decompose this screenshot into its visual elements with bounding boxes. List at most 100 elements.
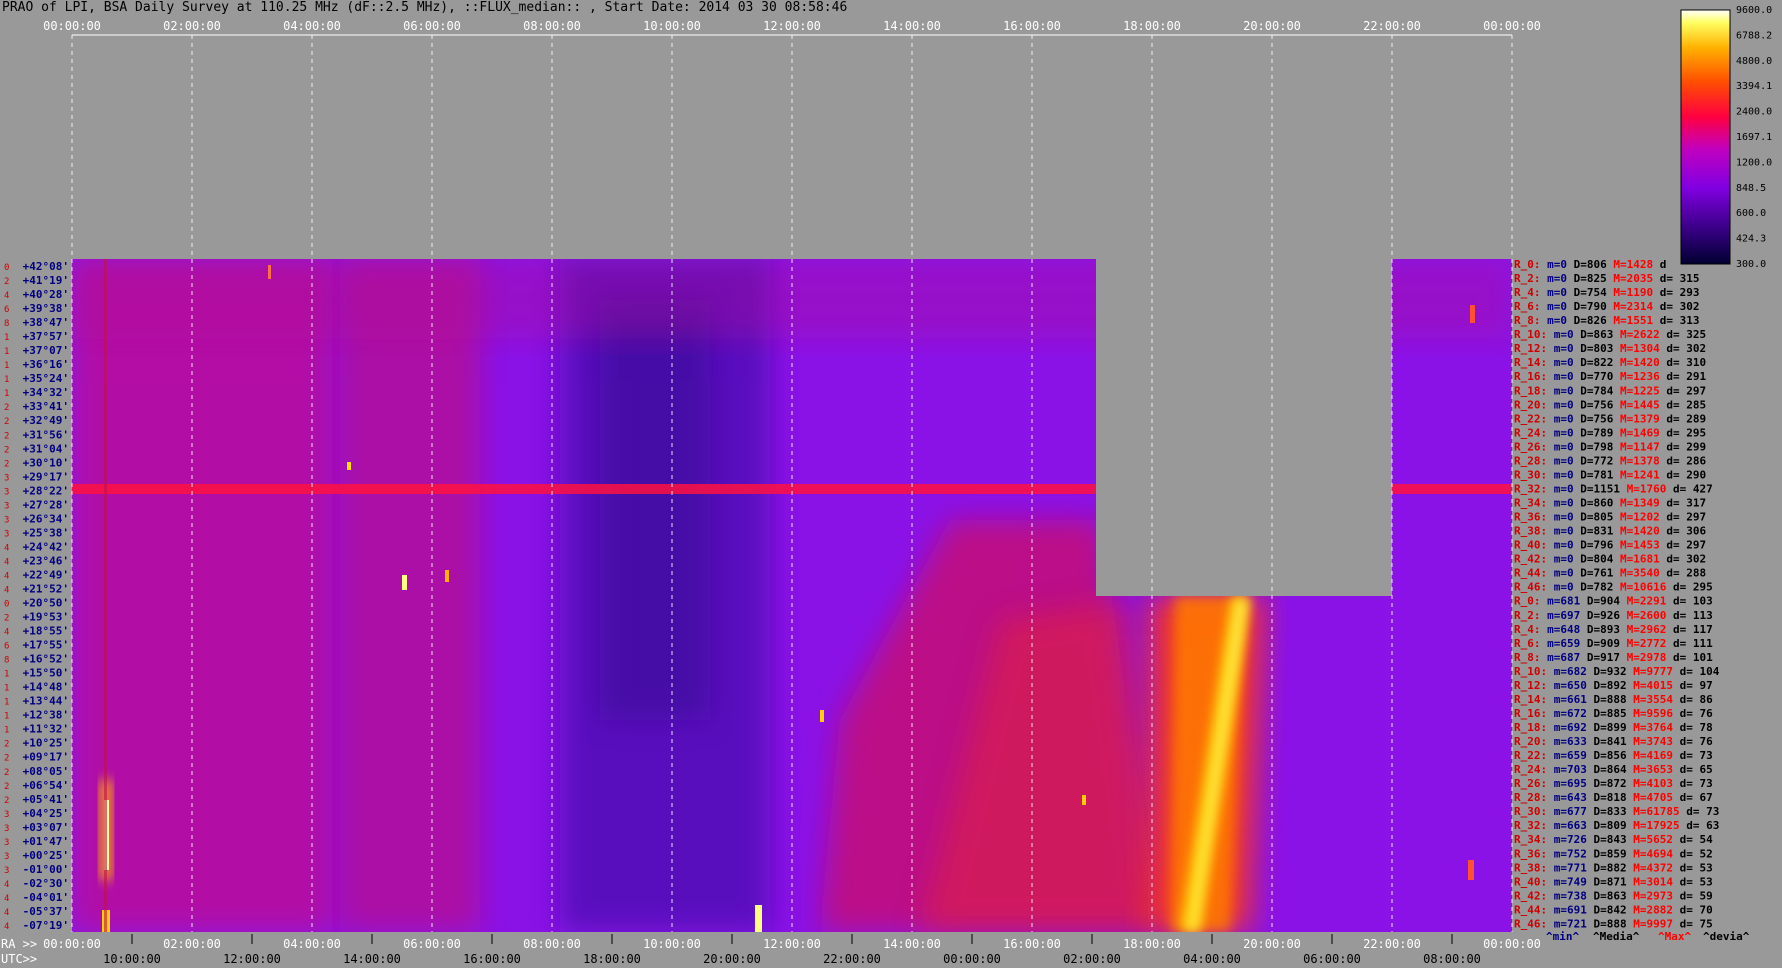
stats-row: R_46: m=0 D=782 M=10616 d= 295 bbox=[1514, 581, 1713, 594]
stats-row: R_30: m=677 D=833 M=61785 d= 73 bbox=[1514, 805, 1719, 818]
ra-axis-prefix: RA >> bbox=[1, 937, 37, 951]
stats-cell: R_12: bbox=[1514, 679, 1547, 692]
declination-axis: 0 +42°08' 2 +41°19' 4 +40°28' 6 +39°38' 8 +38°47'… bbox=[4, 260, 69, 932]
stats-row: R_36: m=752 D=859 M=4694 d= 52 bbox=[1514, 847, 1713, 860]
stats-row: R_20: m=0 D=756 M=1445 d= 285 bbox=[1514, 398, 1706, 411]
stats-row: R_10: m=682 D=932 M=9777 d= 104 bbox=[1514, 665, 1720, 678]
stats-row: R_10: m=0 D=863 M=2622 d= 325 bbox=[1514, 328, 1706, 341]
row-index-label: 3 bbox=[4, 501, 9, 511]
stats-row: R_22: m=659 D=856 M=4169 d= 73 bbox=[1514, 749, 1713, 762]
row-index-label: 6 bbox=[4, 642, 9, 652]
stats-footer-label: ^Media^ bbox=[1593, 930, 1640, 943]
stats-cell: m=0 bbox=[1547, 581, 1574, 594]
stats-cell: d= 427 bbox=[1666, 482, 1712, 495]
stats-cell: d= 313 bbox=[1653, 314, 1699, 327]
stats-row: R_24: m=703 D=864 M=3653 d= 65 bbox=[1514, 763, 1713, 776]
stats-cell: m=0 bbox=[1541, 300, 1568, 313]
row-index-label: 0 bbox=[4, 600, 9, 610]
ra-tick-label: 06:00:00 bbox=[403, 937, 461, 951]
declination-label: +17°55' bbox=[23, 639, 69, 652]
ra-tick-label: 12:00:00 bbox=[763, 937, 821, 951]
declination-label: +16°52' bbox=[23, 653, 69, 666]
top-tick-label: 00:00:00 bbox=[1483, 19, 1541, 33]
stats-row: R_12: m=650 D=892 M=4015 d= 97 bbox=[1514, 679, 1713, 692]
stats-cell: m=0 bbox=[1547, 482, 1574, 495]
stats-cell: d= 297 bbox=[1660, 511, 1706, 524]
stats-cell: d= 293 bbox=[1653, 286, 1699, 299]
stats-cell: R_46: bbox=[1514, 581, 1547, 594]
stats-cell: D=770 bbox=[1574, 370, 1614, 383]
stats-cell: d= 317 bbox=[1660, 497, 1706, 510]
declination-label: +31°04' bbox=[23, 442, 69, 455]
stats-cell: m=687 bbox=[1541, 651, 1581, 664]
stats-cell: M=4694 bbox=[1627, 847, 1674, 860]
stats-cell: d= 285 bbox=[1660, 398, 1706, 411]
stats-cell: M=1445 bbox=[1613, 398, 1659, 411]
stats-row: R_28: m=0 D=772 M=1378 d= 286 bbox=[1514, 454, 1706, 467]
stats-cell: R_6: bbox=[1514, 637, 1541, 650]
stats-cell: R_16: bbox=[1514, 707, 1547, 720]
stats-cell: D=756 bbox=[1574, 398, 1614, 411]
declination-label: -02°30' bbox=[23, 877, 69, 890]
stats-cell: D=859 bbox=[1587, 847, 1627, 860]
stats-cell: m=0 bbox=[1547, 497, 1574, 510]
stats-cell: D=798 bbox=[1574, 440, 1614, 453]
stats-cell: d= 73 bbox=[1673, 749, 1713, 762]
stats-cell: d= 53 bbox=[1673, 861, 1713, 874]
colorbar-tick-label: 1200.0 bbox=[1736, 157, 1772, 168]
stats-row: R_26: m=695 D=872 M=4103 d= 73 bbox=[1514, 777, 1713, 790]
declination-label: +08°05' bbox=[23, 765, 69, 778]
declination-label: +03°07' bbox=[23, 821, 69, 834]
stats-cell: D=899 bbox=[1587, 721, 1627, 734]
declination-label: +19°53' bbox=[23, 611, 69, 624]
top-tick-label: 04:00:00 bbox=[283, 19, 341, 33]
row-index-label: 4 bbox=[4, 922, 9, 932]
stats-cell: M=4372 bbox=[1627, 861, 1673, 874]
utc-tick-label: 10:00:00 bbox=[103, 952, 161, 966]
stats-cell: M=3653 bbox=[1627, 763, 1673, 776]
row-index-label: 1 bbox=[4, 389, 9, 399]
declination-label: +39°38' bbox=[23, 302, 69, 315]
stats-cell: M=1453 bbox=[1613, 539, 1659, 552]
stats-cell: D=782 bbox=[1574, 581, 1614, 594]
declination-label: +40°28' bbox=[23, 288, 69, 301]
stats-cell: d= 63 bbox=[1680, 819, 1720, 832]
stats-cell: R_14: bbox=[1514, 693, 1547, 706]
row-index-label: 4 bbox=[4, 585, 9, 595]
declination-label: +28°22' bbox=[23, 484, 69, 497]
utc-tick-label: 00:00:00 bbox=[943, 952, 1001, 966]
stats-cell: M=3540 bbox=[1613, 567, 1659, 580]
stats-cell: D=882 bbox=[1587, 861, 1627, 874]
stats-cell: D=826 bbox=[1567, 314, 1607, 327]
declination-label: +37°57' bbox=[23, 330, 69, 343]
stats-cell: R_38: bbox=[1514, 525, 1547, 538]
stats-cell: m=0 bbox=[1541, 314, 1568, 327]
stats-cell: d= 306 bbox=[1660, 525, 1707, 538]
row-index-label: 1 bbox=[4, 698, 9, 708]
stats-cell: R_44: bbox=[1514, 903, 1547, 916]
ra-tick-label: 22:00:00 bbox=[1363, 937, 1421, 951]
stats-cell: m=648 bbox=[1541, 623, 1581, 636]
row-index-label: 6 bbox=[4, 305, 9, 315]
stats-cell: D=805 bbox=[1574, 511, 1614, 524]
utc-axis-prefix: UTC>> bbox=[1, 952, 37, 966]
stats-cell: M=4103 bbox=[1627, 777, 1673, 790]
stats-cell: m=0 bbox=[1547, 567, 1574, 580]
row-index-label: 4 bbox=[4, 628, 9, 638]
stats-cell: d= 288 bbox=[1660, 567, 1706, 580]
stats-cell: M=1378 bbox=[1613, 454, 1659, 467]
stats-row: R_4: m=648 D=893 M=2962 d= 117 bbox=[1514, 623, 1713, 636]
stats-cell: M=2291 bbox=[1620, 595, 1667, 608]
top-tick-label: 18:00:00 bbox=[1123, 19, 1181, 33]
declination-label: +41°19' bbox=[23, 274, 69, 287]
stats-cell: m=0 bbox=[1547, 511, 1574, 524]
stats-cell: R_36: bbox=[1514, 847, 1547, 860]
stats-cell: d= 297 bbox=[1660, 384, 1706, 397]
declination-label: +14°48' bbox=[23, 681, 69, 694]
colorbar: 9600.0 6788.2 4800.0 3394.1 2400.0 1697.1 1200… bbox=[1680, 5, 1772, 270]
stats-footer-label: ^min^ bbox=[1546, 930, 1579, 943]
stats-cell: R_22: bbox=[1514, 412, 1547, 425]
stats-cell: R_22: bbox=[1514, 749, 1547, 762]
declination-label: +35°24' bbox=[23, 372, 69, 385]
stats-cell: M=3554 bbox=[1627, 693, 1674, 706]
